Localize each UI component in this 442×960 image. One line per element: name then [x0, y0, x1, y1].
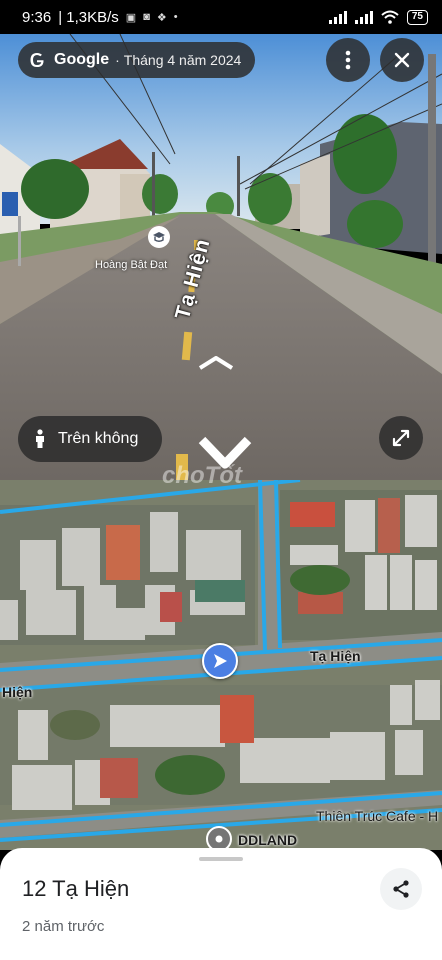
battery-icon: 75: [406, 9, 428, 25]
drag-handle[interactable]: [199, 857, 243, 861]
google-brand: Google: [54, 51, 110, 68]
person-icon: [36, 429, 44, 448]
place-label[interactable]: Hoàng Bật Đạt: [95, 259, 167, 271]
wifi-icon: [381, 10, 399, 24]
place-subtitle: 2 năm trước: [22, 918, 105, 935]
battery-level: 75: [411, 10, 423, 22]
navigation-arrow-icon: [214, 654, 227, 668]
street-view-panorama[interactable]: Hoàng Bật Đạt Tạ Hiện: [0, 34, 442, 480]
signal-icon: [354, 10, 373, 24]
expand-icon: [392, 429, 410, 447]
place-bottom-sheet[interactable]: 12 Tạ Hiện 2 năm trước: [0, 848, 442, 960]
dropbox-icon: ❖: [156, 11, 167, 24]
street-view-image: [0, 34, 442, 480]
shopping-bag-icon: ◙: [143, 11, 150, 23]
data-saver-icon: ▣: [125, 11, 137, 24]
signal-icon: [328, 10, 347, 24]
status-bar: 9:36 | 1,3KB/s ▣ ◙ ❖ • 75: [0, 0, 442, 34]
watermark: choTốt: [162, 462, 242, 489]
aerial-view-button[interactable]: Trên không: [18, 416, 162, 462]
share-icon: [393, 880, 409, 898]
close-icon: [394, 52, 410, 68]
more-options-button[interactable]: [326, 38, 370, 82]
imagery-info-chip[interactable]: Google · Tháng 4 năm 2024: [18, 42, 256, 78]
poi-label-cafe[interactable]: Thiên Trúc Cafe - H: [316, 808, 438, 824]
street-label-hien[interactable]: Hiện: [2, 684, 32, 700]
clock: 9:36: [22, 8, 52, 26]
google-g-icon: [30, 53, 44, 67]
capture-date: Tháng 4 năm 2024: [123, 52, 242, 68]
poi-label-ddland[interactable]: DDLAND: [238, 832, 297, 848]
more-vertical-icon: [345, 50, 351, 70]
street-label-ta-hien[interactable]: Tạ Hiện: [310, 648, 361, 664]
place-title: 12 Tạ Hiện: [22, 876, 130, 901]
share-button[interactable]: [380, 868, 422, 910]
chevron-up-icon[interactable]: [198, 356, 234, 375]
education-pin-icon[interactable]: [148, 226, 170, 248]
network-speed: | 1,3KB/s: [58, 8, 119, 26]
fullscreen-button[interactable]: [379, 416, 423, 460]
aerial-view-label: Trên không: [58, 430, 139, 447]
dot-icon: •: [173, 11, 178, 23]
street-view-location-marker[interactable]: [202, 643, 238, 679]
close-button[interactable]: [380, 38, 424, 82]
separator: ·: [115, 52, 120, 68]
